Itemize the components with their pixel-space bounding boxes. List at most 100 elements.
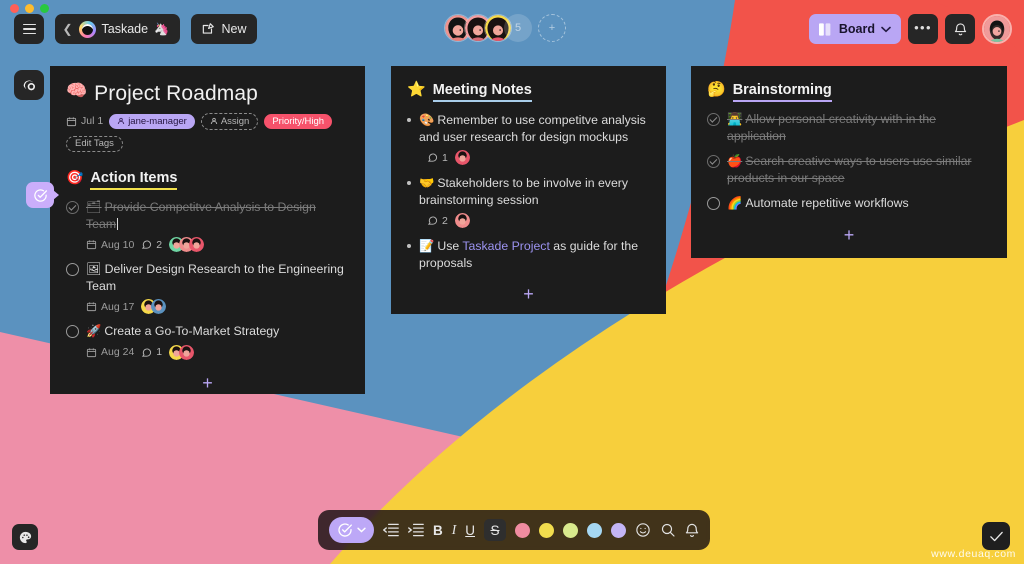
note-text: Stakeholders to be involve in every brai… — [419, 176, 629, 207]
task-item[interactable]: 🍎 Search creative ways to users use simil… — [707, 153, 991, 186]
maximize-window-button[interactable] — [40, 4, 49, 13]
note-assignee-avatars[interactable] — [454, 213, 470, 228]
more-options-button[interactable]: ••• — [908, 14, 938, 44]
overflow-label: 5 — [514, 22, 522, 34]
new-button[interactable]: New — [191, 14, 257, 44]
page-title: Meeting Notes — [432, 82, 532, 102]
card-meeting-notes[interactable]: ⭐ Meeting Notes 🎨 Remember to use competi… — [391, 66, 666, 314]
board-columns-icon — [818, 22, 831, 36]
status-badge[interactable]: Priority/High — [264, 114, 333, 129]
bullet-item[interactable]: 🤝 Stakeholders to be involve in every bra… — [407, 175, 650, 228]
priority-label: Priority/High — [272, 115, 325, 127]
task-item[interactable]: 🗂 Provide Competitve Analysis to Design T… — [66, 199, 349, 252]
collaborator-overflow-count[interactable]: 5 — [504, 14, 532, 42]
task-text: Automate repetitive workflows — [745, 196, 909, 210]
task-assignee-avatars[interactable] — [169, 344, 195, 360]
chevron-left-icon[interactable]: ❮ — [62, 23, 72, 35]
add-note-button[interactable]: + — [407, 271, 650, 317]
tag-assign-button[interactable]: Assign — [200, 113, 259, 130]
close-window-button[interactable] — [10, 4, 19, 13]
workspace-button[interactable]: ❮ Taskade 🦄 — [55, 14, 181, 44]
task-checkbox[interactable] — [707, 155, 720, 168]
strikethrough-button[interactable]: S — [484, 519, 506, 541]
task-assignee-avatars[interactable] — [141, 299, 167, 314]
confirm-button[interactable] — [982, 522, 1010, 550]
task-comment-count[interactable]: 2 — [141, 239, 162, 251]
task-label: 🌈 Automate repetitive workflows — [727, 195, 909, 212]
search-button[interactable] — [660, 522, 676, 538]
task-checkbox[interactable] — [66, 201, 79, 214]
note-assignee-avatars[interactable] — [454, 150, 470, 165]
color-swatch-pink[interactable] — [515, 522, 530, 538]
card-project-roadmap[interactable]: 🧠 Project Roadmap Jul 1 jane-manager Ass… — [50, 66, 365, 394]
due-date[interactable]: Jul 1 — [66, 115, 103, 127]
notifications-button[interactable] — [945, 14, 975, 44]
card-brainstorming[interactable]: 🤔 Brainstorming 👨‍💻 Allow personal creati… — [691, 66, 1007, 258]
color-swatch-blue[interactable] — [587, 522, 602, 538]
bullet-dot-icon — [407, 244, 411, 248]
task-item[interactable]: 🚀Create a Go-To-Market Strategy Aug 24 — [66, 323, 349, 360]
chevron-down-icon — [881, 26, 891, 32]
view-label: Board — [838, 22, 875, 36]
view-switcher-button[interactable]: Board — [808, 14, 901, 44]
technologist-icon: 👨‍💻 — [727, 112, 743, 126]
sidebar-item-tasks[interactable] — [26, 182, 59, 208]
outdent-button[interactable] — [383, 523, 399, 537]
section-title: Action Items — [90, 170, 178, 190]
task-label: 🚀 Create a Go-To-Market Strategy — [86, 323, 279, 340]
task-item[interactable]: 👨‍💻 Allow personal creativity with in the… — [707, 111, 991, 144]
comment-count-label: 1 — [156, 346, 163, 358]
note-comment-count[interactable]: 2 — [427, 215, 448, 227]
task-checkbox[interactable] — [707, 197, 720, 210]
task-meta: Aug 17 — [86, 299, 349, 314]
tag-assignee[interactable]: jane-manager — [109, 114, 195, 129]
task-due-date[interactable]: Aug 10 — [86, 239, 134, 251]
plus-icon: + — [202, 372, 213, 393]
mini-avatar-icon — [454, 150, 470, 165]
add-task-button[interactable]: + — [66, 360, 349, 406]
theme-palette-button[interactable] — [12, 524, 38, 550]
add-task-button[interactable]: + — [707, 212, 991, 258]
toolbar-notifications-button[interactable] — [685, 522, 699, 538]
section-action-items: 🎯 Action Items 🗂 Provide Competitve Analy… — [66, 169, 349, 406]
memo-icon: 📝 — [419, 239, 435, 253]
menu-button[interactable] — [14, 14, 44, 44]
formatting-toolbar: B I U S — [318, 510, 710, 550]
minimize-window-button[interactable] — [25, 4, 34, 13]
add-collaborator-button[interactable]: + — [538, 14, 566, 42]
task-item[interactable]: 🌈 Automate repetitive workflows — [707, 195, 991, 212]
underline-button[interactable]: U — [465, 523, 475, 538]
italic-button[interactable]: I — [452, 522, 457, 538]
task-text: Search creative ways to users use simila… — [727, 154, 972, 185]
bullet-dot-icon — [407, 118, 411, 122]
indent-button[interactable] — [408, 523, 424, 537]
bold-button[interactable]: B — [433, 523, 443, 538]
plus-icon: + — [523, 284, 534, 304]
task-label: 🍎 Search creative ways to users use simil… — [727, 153, 991, 186]
color-swatch-green[interactable] — [563, 522, 578, 538]
bullet-item[interactable]: 📝 Use Taskade Project as guide for the pr… — [407, 238, 650, 271]
tag-assign-label: Assign — [220, 115, 250, 127]
page-title: Brainstorming — [732, 82, 832, 102]
node-type-button[interactable] — [329, 517, 374, 543]
task-checkbox[interactable] — [66, 325, 79, 338]
color-swatch-yellow[interactable] — [539, 522, 554, 538]
color-swatch-purple[interactable] — [611, 522, 626, 538]
edit-tags-button[interactable]: Edit Tags — [66, 135, 123, 152]
note-link[interactable]: Taskade Project — [462, 239, 550, 253]
comment-count-label: 2 — [156, 238, 163, 251]
window-controls[interactable] — [10, 4, 49, 13]
comment-icon — [142, 348, 152, 357]
task-comment-count[interactable]: 1 — [141, 346, 162, 358]
avatar[interactable] — [982, 14, 1012, 44]
task-due-date[interactable]: Aug 24 — [86, 346, 134, 358]
task-due-date[interactable]: Aug 17 — [86, 301, 134, 313]
task-item[interactable]: 🖼 Deliver Design Research to the Engineer… — [66, 261, 349, 314]
emoji-button[interactable] — [635, 522, 651, 538]
task-assignee-avatars[interactable] — [169, 237, 205, 252]
bullet-item[interactable]: 🎨 Remember to use competitve analysis and… — [407, 112, 650, 165]
task-checkbox[interactable] — [707, 113, 720, 126]
note-comment-count[interactable]: 1 — [427, 152, 448, 164]
sidebar-logo-button[interactable] — [14, 70, 44, 100]
task-checkbox[interactable] — [66, 263, 79, 276]
